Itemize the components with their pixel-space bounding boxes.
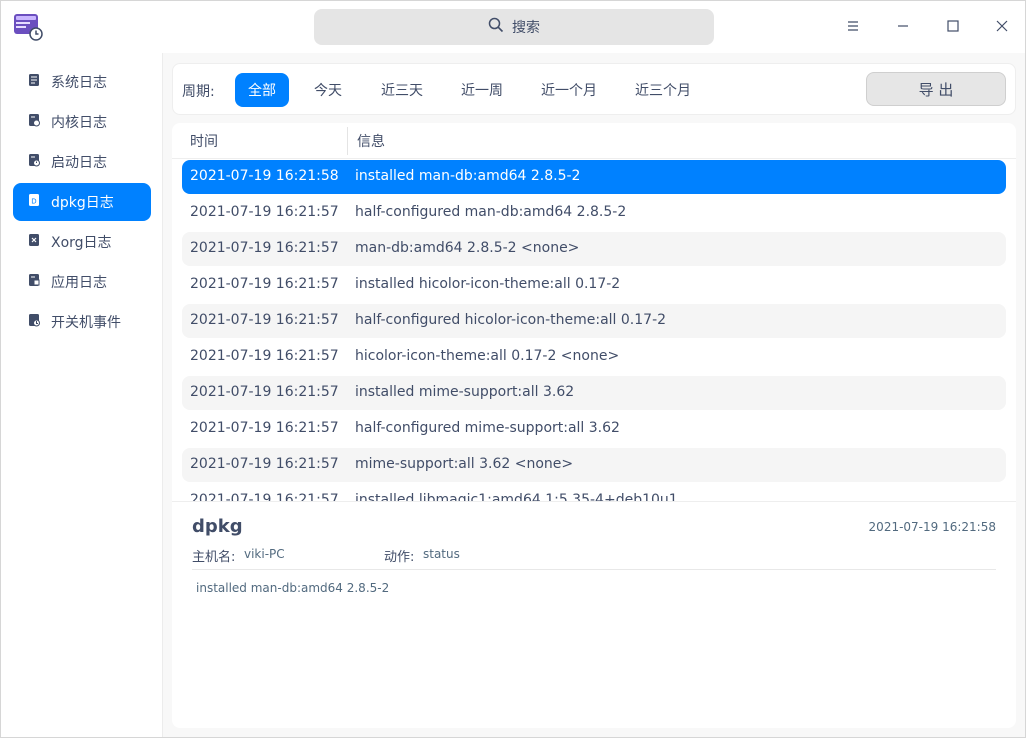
log-detail-panel: dpkg 2021-07-19 16:21:58 主机名: viki-PC 动作… <box>172 501 1016 728</box>
detail-title: dpkg <box>192 516 243 537</box>
detail-divider <box>192 569 996 570</box>
table-row[interactable]: 2021-07-19 16:21:57 hicolor-icon-theme:a… <box>182 340 1006 374</box>
sidebar-item-label: 系统日志 <box>51 75 107 91</box>
table-rows: 2021-07-19 16:21:58 installed man-db:amd… <box>182 160 1006 501</box>
row-time: 2021-07-19 16:21:57 <box>190 348 339 364</box>
system-log-icon <box>27 73 41 91</box>
sidebar-item-label: 启动日志 <box>51 155 107 171</box>
detail-message: installed man-db:amd64 2.8.5-2 <box>196 581 390 595</box>
row-message: installed hicolor-icon-theme:all 0.17-2 <box>355 276 621 292</box>
column-header-time[interactable]: 时间 <box>190 123 218 159</box>
xorg-log-icon <box>27 233 41 251</box>
sidebar-item-boot-log[interactable]: 启动日志 <box>13 143 151 181</box>
table-header: 时间 信息 <box>172 123 1016 159</box>
row-time: 2021-07-19 16:21:57 <box>190 240 339 256</box>
dpkg-log-icon: D <box>27 193 41 211</box>
period-three-months-button[interactable]: 近三个月 <box>623 73 703 107</box>
sidebar-item-label: 开关机事件 <box>51 315 121 331</box>
table-row[interactable]: 2021-07-19 16:21:57 installed hicolor-ic… <box>182 268 1006 302</box>
table-row[interactable]: 2021-07-19 16:21:57 half-configured man-… <box>182 196 1006 230</box>
search-icon <box>488 17 504 37</box>
search-placeholder: 搜索 <box>512 20 540 36</box>
period-all-button[interactable]: 全部 <box>235 73 289 107</box>
sidebar-item-kernel-log[interactable]: 内核日志 <box>13 103 151 141</box>
row-message: installed man-db:amd64 2.8.5-2 <box>355 168 581 184</box>
period-label: 周期: <box>182 84 215 100</box>
row-message: hicolor-icon-theme:all 0.17-2 <none> <box>355 348 620 364</box>
period-week-button[interactable]: 近一周 <box>449 73 515 107</box>
row-message: installed mime-support:all 3.62 <box>355 384 575 400</box>
row-message: mime-support:all 3.62 <none> <box>355 456 574 472</box>
detail-action-label: 动作: <box>384 550 415 565</box>
row-time: 2021-07-19 16:21:57 <box>190 420 339 436</box>
maximize-icon <box>946 18 960 37</box>
sidebar-item-xorg-log[interactable]: Xorg日志 <box>13 223 151 261</box>
row-message: installed libmagic1:amd64 1:5.35-4+deb10… <box>355 492 678 501</box>
detail-time: 2021-07-19 16:21:58 <box>868 520 996 534</box>
sidebar-item-app-log[interactable]: 应用日志 <box>13 263 151 301</box>
svg-text:D: D <box>31 198 36 206</box>
boot-log-icon <box>27 153 41 171</box>
sidebar-item-label: 内核日志 <box>51 115 107 131</box>
close-icon <box>995 18 1009 37</box>
row-time: 2021-07-19 16:21:57 <box>190 312 339 328</box>
row-message: half-configured man-db:amd64 2.8.5-2 <box>355 204 627 220</box>
export-button[interactable]: 导 出 <box>866 72 1006 106</box>
detail-action-value: status <box>423 547 460 561</box>
row-time: 2021-07-19 16:21:57 <box>190 276 339 292</box>
search-input[interactable]: 搜索 <box>314 9 714 45</box>
sidebar-item-power-event[interactable]: 开关机事件 <box>13 303 151 341</box>
period-today-button[interactable]: 今天 <box>301 73 355 107</box>
row-message: half-configured hicolor-icon-theme:all 0… <box>355 312 667 328</box>
table-row[interactable]: 2021-07-19 16:21:57 half-configured mime… <box>182 412 1006 446</box>
table-row[interactable]: 2021-07-19 16:21:57 man-db:amd64 2.8.5-2… <box>182 232 1006 266</box>
period-month-button[interactable]: 近一个月 <box>529 73 609 107</box>
sidebar-item-system-log[interactable]: 系统日志 <box>13 63 151 101</box>
row-time: 2021-07-19 16:21:57 <box>190 204 339 220</box>
period-filter-bar: 周期: 全部 今天 近三天 近一周 近一个月 近三个月 导 出 <box>172 63 1016 115</box>
table-row[interactable]: 2021-07-19 16:21:58 installed man-db:amd… <box>182 160 1006 194</box>
table-row[interactable]: 2021-07-19 16:21:57 installed mime-suppo… <box>182 376 1006 410</box>
column-header-message[interactable]: 信息 <box>357 123 385 159</box>
close-button[interactable] <box>988 13 1016 41</box>
menu-icon <box>846 18 860 37</box>
log-viewer-app-icon[interactable] <box>13 13 43 41</box>
minimize-button[interactable] <box>889 13 917 41</box>
sidebar-item-dpkg-log[interactable]: D dpkg日志 <box>13 183 151 221</box>
sidebar: 系统日志 内核日志 启动日志 D dpkg日志 Xorg日志 应用日志 开关机事… <box>1 53 163 737</box>
row-message: half-configured mime-support:all 3.62 <box>355 420 620 436</box>
row-time: 2021-07-19 16:21:57 <box>190 384 339 400</box>
log-viewer-window: 搜索 系统日志 内核日志 启动日志 D dpkg日志 Xorg日志 应用日志 开… <box>0 0 1026 738</box>
detail-host-label: 主机名: <box>192 550 236 565</box>
app-log-icon <box>27 273 41 291</box>
row-time: 2021-07-19 16:21:58 <box>190 168 339 184</box>
sidebar-item-label: Xorg日志 <box>51 235 112 251</box>
sidebar-item-label: 应用日志 <box>51 275 107 291</box>
period-three-days-button[interactable]: 近三天 <box>369 73 435 107</box>
table-row[interactable]: 2021-07-19 16:21:57 mime-support:all 3.6… <box>182 448 1006 482</box>
sidebar-item-label: dpkg日志 <box>51 195 114 211</box>
column-divider[interactable] <box>347 127 348 155</box>
detail-host-value: viki-PC <box>244 547 285 561</box>
log-table: 时间 信息 2021-07-19 16:21:58 installed man-… <box>172 123 1016 501</box>
minimize-icon <box>896 18 910 37</box>
maximize-button[interactable] <box>939 13 967 41</box>
table-row[interactable]: 2021-07-19 16:21:57 installed libmagic1:… <box>182 484 1006 501</box>
kernel-log-icon <box>27 113 41 131</box>
titlebar: 搜索 <box>1 1 1025 53</box>
power-event-icon <box>27 313 41 331</box>
row-time: 2021-07-19 16:21:57 <box>190 456 339 472</box>
row-time: 2021-07-19 16:21:57 <box>190 492 339 501</box>
table-row[interactable]: 2021-07-19 16:21:57 half-configured hico… <box>182 304 1006 338</box>
row-message: man-db:amd64 2.8.5-2 <none> <box>355 240 580 256</box>
menu-button[interactable] <box>839 13 867 41</box>
